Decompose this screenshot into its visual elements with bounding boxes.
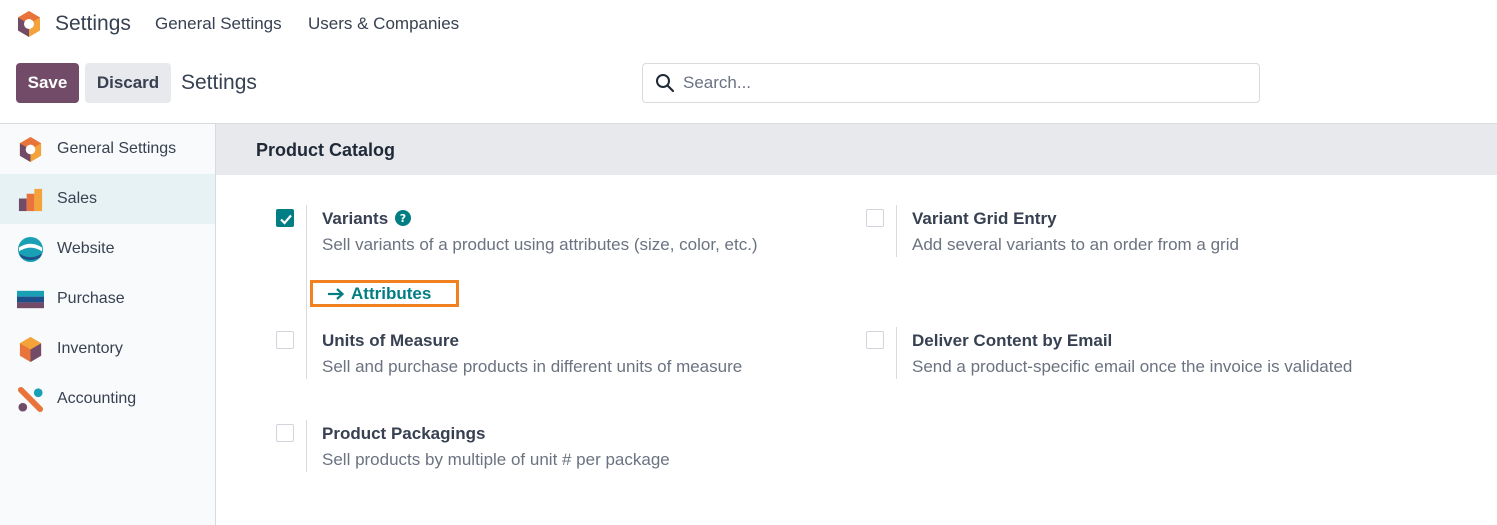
search-box[interactable] [642, 63, 1260, 103]
variants-description: Sell variants of a product using attribu… [322, 235, 758, 254]
search-icon [656, 74, 675, 93]
setting-divider [306, 205, 307, 333]
sidebar-item-website[interactable]: Website [0, 224, 215, 274]
accounting-percent-icon [17, 386, 44, 413]
settings-app-icon[interactable] [15, 10, 43, 38]
search-input[interactable] [683, 64, 1243, 102]
packagings-title: Product Packagings [322, 424, 486, 443]
packagings-description: Sell products by multiple of unit # per … [322, 450, 670, 469]
sidebar-item-sales[interactable]: Sales [0, 174, 215, 224]
help-icon[interactable]: ? [395, 210, 411, 226]
sidebar-item-label: Inventory [57, 340, 123, 357]
deliver-email-checkbox[interactable] [866, 331, 884, 349]
setting-divider [896, 327, 897, 379]
website-globe-icon [17, 236, 44, 263]
deliver-email-title: Deliver Content by Email [912, 331, 1113, 350]
variants-checkbox[interactable] [276, 209, 294, 227]
sidebar-item-label: Website [57, 240, 115, 257]
sidebar-item-label: Accounting [57, 390, 137, 407]
packagings-checkbox[interactable] [276, 424, 294, 442]
attributes-link-label: Attributes [351, 283, 432, 303]
sidebar-item-purchase[interactable]: Purchase [0, 274, 215, 324]
variant-grid-description: Add several variants to an order from a … [912, 235, 1239, 254]
checkmark-icon [280, 214, 292, 225]
sidebar-item-general-settings[interactable]: General Settings [0, 124, 215, 174]
setting-divider [896, 205, 897, 257]
variant-grid-checkbox[interactable] [866, 209, 884, 227]
sidebar-item-label: General Settings [57, 140, 177, 157]
setting-divider [306, 420, 307, 472]
section-title: Product Catalog [256, 140, 396, 160]
nav-general-settings[interactable]: General Settings [155, 14, 282, 34]
discard-button[interactable]: Discard [85, 63, 171, 103]
save-button[interactable]: Save [16, 63, 79, 103]
uom-description: Sell and purchase products in different … [322, 357, 743, 376]
deliver-email-description: Send a product-specific email once the i… [912, 357, 1353, 376]
settings-sidebar: General Settings Sales Website Purchase [0, 124, 216, 525]
sales-bars-icon [18, 188, 43, 212]
svg-text:?: ? [400, 212, 406, 225]
setting-divider [306, 327, 307, 379]
app-name[interactable]: Settings [55, 12, 131, 36]
page-title: Settings [181, 71, 257, 94]
purchase-card-icon [17, 290, 44, 309]
inventory-box-icon [19, 336, 42, 363]
sidebar-item-inventory[interactable]: Inventory [0, 324, 215, 374]
top-navbar: Settings General Settings Users & Compan… [0, 0, 1497, 50]
arrow-right-icon [328, 287, 345, 300]
attributes-link[interactable]: Attributes [310, 280, 459, 307]
sidebar-item-label: Sales [57, 190, 98, 207]
variant-grid-title: Variant Grid Entry [912, 209, 1057, 228]
uom-title: Units of Measure [322, 331, 459, 350]
section-header: Product Catalog [216, 124, 1497, 175]
variants-title: Variants [322, 209, 389, 228]
uom-checkbox[interactable] [276, 331, 294, 349]
sidebar-item-accounting[interactable]: Accounting [0, 374, 215, 424]
sidebar-item-label: Purchase [57, 290, 125, 307]
settings-hex-icon [19, 136, 42, 163]
nav-users-companies[interactable]: Users & Companies [308, 14, 459, 34]
